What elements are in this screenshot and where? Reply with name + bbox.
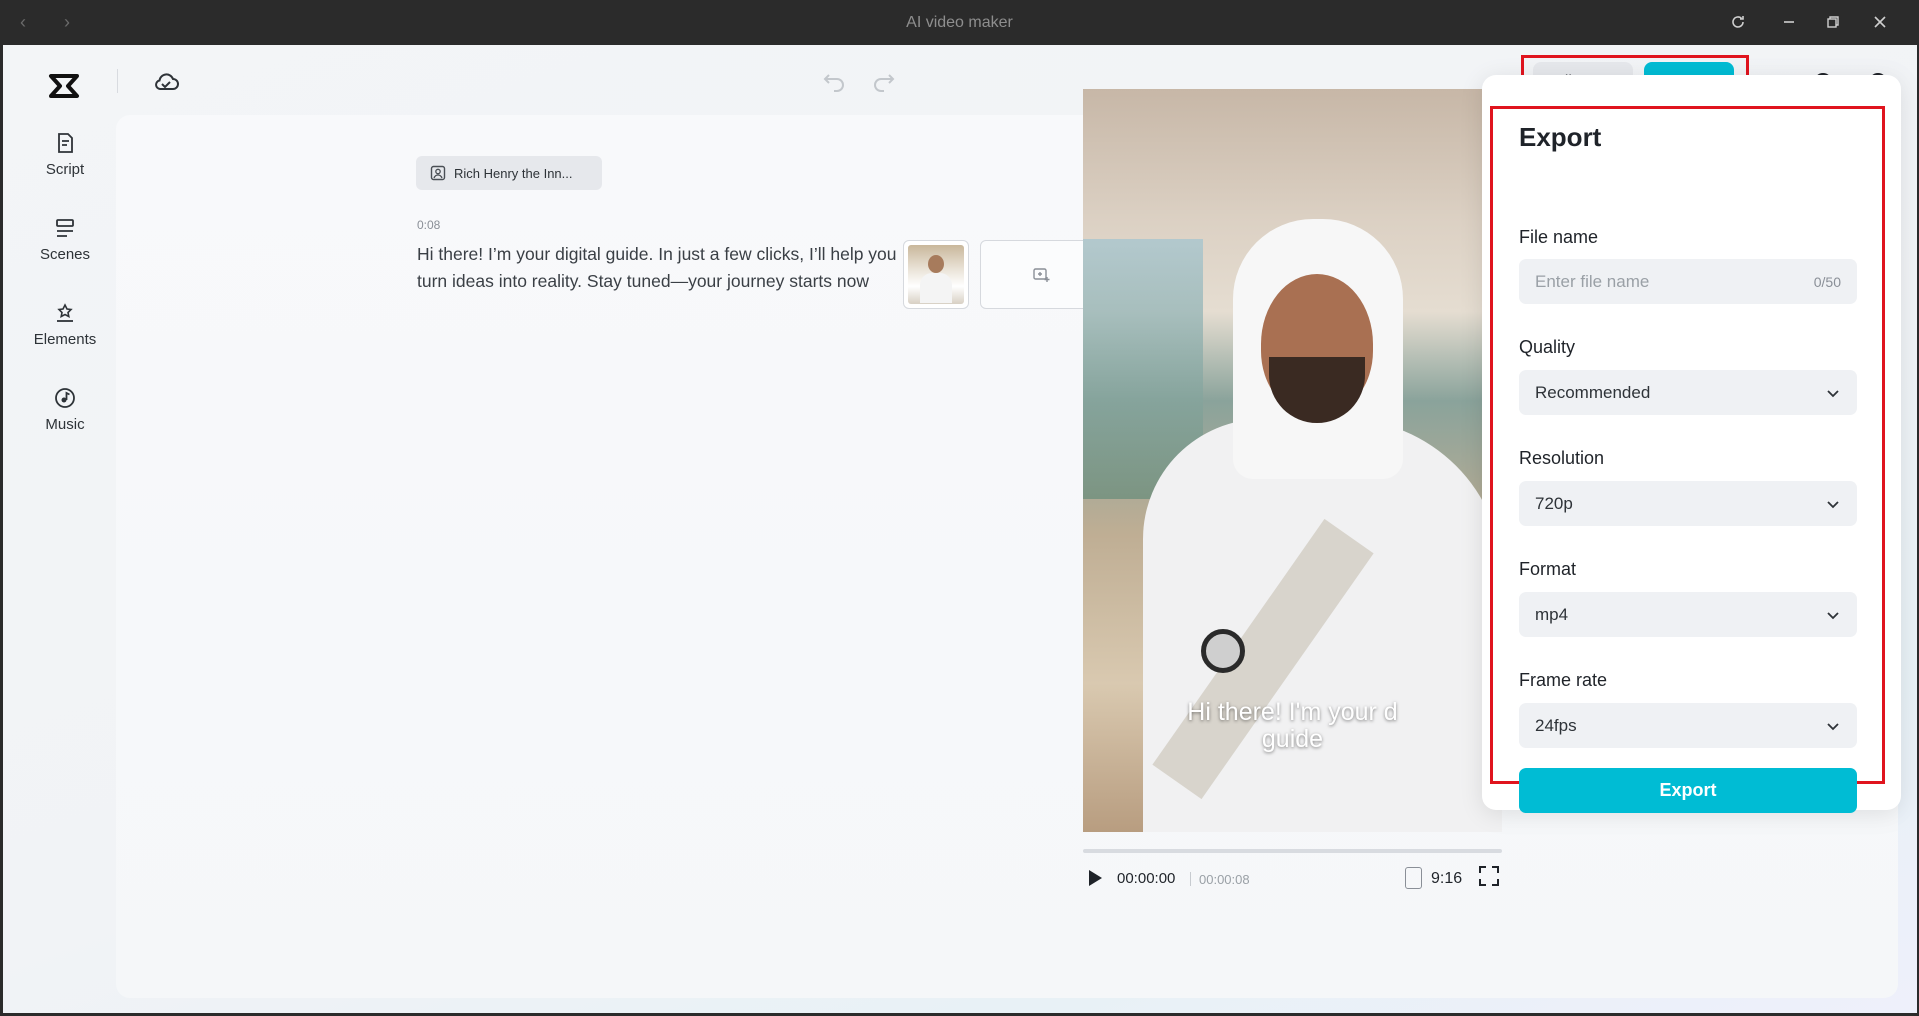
elements-icon [57, 303, 73, 322]
file-name-field[interactable]: 0/50 [1519, 259, 1857, 304]
aspect-ratio-icon[interactable] [1405, 867, 1422, 889]
chevron-down-icon [1827, 722, 1839, 730]
chevron-down-icon [1827, 500, 1839, 508]
file-name-counter: 0/50 [1813, 273, 1841, 290]
scenes-icon [56, 219, 74, 237]
export-confirm-button[interactable]: Export [1519, 768, 1857, 813]
sidebar-item-script[interactable]: Script [17, 131, 113, 178]
chevron-down-icon [1827, 389, 1839, 397]
format-label: Format [1519, 559, 1577, 579]
redo-icon[interactable] [871, 67, 897, 98]
sidebar-item-elements[interactable]: Elements [17, 301, 113, 348]
add-media-icon [1033, 267, 1050, 282]
resolution-value: 720p [1535, 493, 1573, 513]
minimize-icon[interactable] [1771, 8, 1807, 36]
restore-icon[interactable] [1815, 8, 1851, 36]
aspect-ratio-label[interactable]: 9:16 [1431, 870, 1462, 888]
format-select[interactable]: mp4 [1519, 592, 1857, 637]
video-preview[interactable]: Hi there! I'm your d guide [1083, 89, 1502, 832]
toolbar-divider [117, 69, 118, 93]
quality-select[interactable]: Recommended [1519, 370, 1857, 415]
scene-timecode: 0:08 [417, 218, 441, 232]
title-bar: ‹ › AI video maker [0, 0, 1919, 45]
fullscreen-icon[interactable] [1478, 865, 1500, 892]
playback-progress-bar[interactable] [1083, 849, 1502, 853]
sidebar-label-music: Music [45, 416, 85, 433]
cloud-sync-icon[interactable] [151, 67, 181, 97]
avatar-icon [430, 165, 446, 181]
script-text[interactable]: Hi there! I’m your digital guide. In jus… [417, 241, 897, 294]
frame-rate-select[interactable]: 24fps [1519, 703, 1857, 748]
frame-rate-label: Frame rate [1519, 670, 1608, 690]
chevron-down-icon [1827, 611, 1839, 619]
export-panel-title: Export [1519, 122, 1602, 152]
file-name-input[interactable] [1535, 271, 1814, 292]
avatar-chip[interactable]: Rich Henry the Inn... [416, 156, 602, 190]
sidebar-item-scenes[interactable]: Scenes [17, 216, 113, 263]
sidebar-label-script: Script [45, 161, 85, 178]
play-icon[interactable] [1086, 868, 1104, 893]
scene-thumbnail[interactable] [903, 240, 969, 309]
refresh-icon[interactable] [1720, 8, 1756, 36]
resolution-label: Resolution [1519, 448, 1605, 468]
subtitle-line-1: Hi there! I'm your d [1187, 698, 1398, 726]
video-subtitle: Hi there! I'm your d guide [1083, 699, 1502, 753]
subtitle-line-2: guide [1261, 725, 1324, 753]
script-icon [58, 133, 73, 153]
capcut-logo-icon[interactable] [45, 67, 83, 105]
close-icon[interactable] [1862, 8, 1898, 36]
sidebar-label-scenes: Scenes [39, 246, 91, 263]
current-time: 00:00:00 [1117, 870, 1176, 887]
format-value: mp4 [1535, 604, 1569, 624]
resolution-select[interactable]: 720p [1519, 481, 1857, 526]
sidebar-item-music[interactable]: Music [17, 386, 113, 433]
quality-label: Quality [1519, 337, 1576, 357]
window-title: AI video maker [906, 14, 1013, 31]
avatar-name: Rich Henry the Inn... [454, 165, 573, 181]
frame-rate-value: 24fps [1535, 715, 1577, 735]
total-time: 00:00:08 [1199, 872, 1250, 887]
sidebar-label-elements: Elements [33, 331, 97, 348]
music-icon [55, 388, 75, 408]
file-name-label: File name [1519, 227, 1599, 247]
time-divider [1190, 872, 1191, 886]
undo-icon[interactable] [821, 67, 847, 98]
quality-value: Recommended [1535, 382, 1651, 402]
